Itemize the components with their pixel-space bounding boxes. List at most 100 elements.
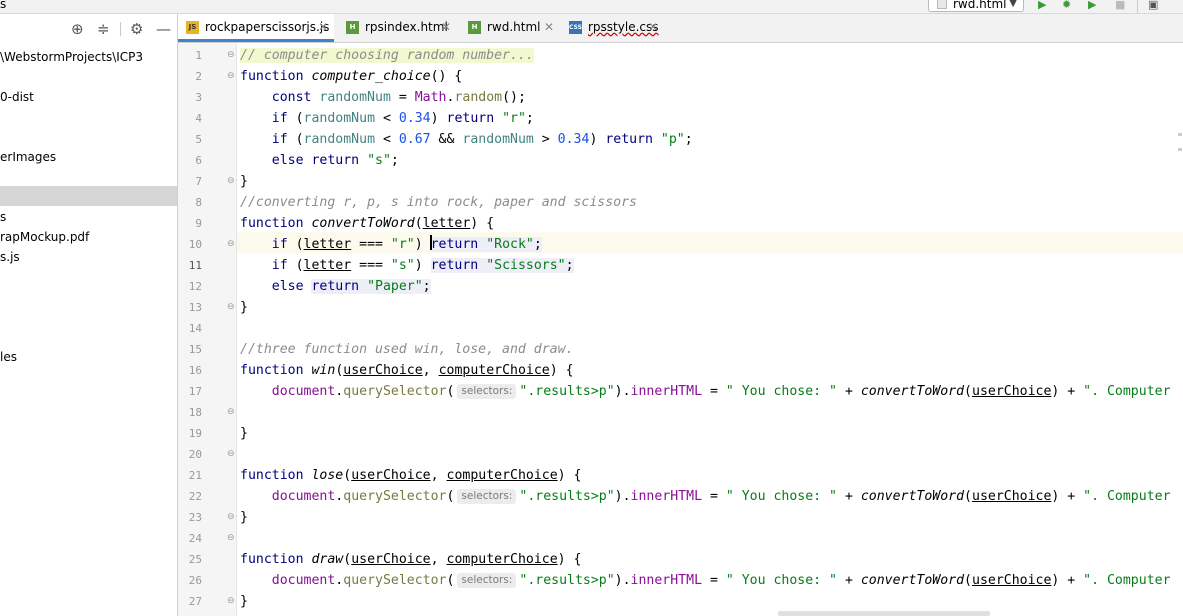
line-number: 8 <box>195 196 202 209</box>
html-file-icon: H <box>468 21 481 34</box>
tab-rpsstyle[interactable]: CSS rpsstyle.css ✕ <box>561 14 671 42</box>
tab-rwd[interactable]: H rwd.html ✕ <box>460 14 560 42</box>
debug-icon[interactable]: ✹ <box>1062 0 1071 11</box>
line-number: 27 <box>188 595 202 608</box>
tab-rpsindex[interactable]: H rpsindex.html ✕ <box>338 14 458 42</box>
run-icon[interactable]: ▶ <box>1038 0 1046 11</box>
code-line: function draw(userChoice, computerChoice… <box>240 552 582 567</box>
code-line: //converting r, p, s into rock, paper an… <box>240 195 637 210</box>
code-editor[interactable]: 1 2 3 4 5 6 7 8 9 10 11 12 13 14 15 16 1… <box>178 43 1183 616</box>
line-number: 5 <box>195 133 202 146</box>
code-line: } <box>240 300 248 315</box>
code-line: if (letter === "s") return "Scissors"; <box>271 258 574 273</box>
line-number: 21 <box>188 469 202 482</box>
line-number: 25 <box>188 553 202 566</box>
fold-icon[interactable]: ⊖ <box>227 45 236 66</box>
coverage-icon[interactable]: ▶ <box>1088 0 1096 11</box>
line-number: 12 <box>188 280 202 293</box>
code-line: // computer choosing random number... <box>240 48 534 63</box>
parameter-hint: selectors: <box>457 489 517 504</box>
code-line: } <box>240 174 248 189</box>
code-line: document.querySelector(selectors: ".resul… <box>271 384 1171 399</box>
line-number: 14 <box>188 322 202 335</box>
chevron-down-icon: ▼ <box>1009 0 1017 9</box>
toolbar-separator <box>120 22 121 36</box>
collapse-icon[interactable]: ≑ <box>97 20 110 38</box>
scroll-marker[interactable] <box>1178 148 1182 151</box>
toolbar-separator <box>1137 0 1138 13</box>
line-number: 6 <box>195 154 202 167</box>
horizontal-scrollbar[interactable] <box>778 611 990 616</box>
line-number: 16 <box>188 364 202 377</box>
code-line: else return "s"; <box>271 153 399 168</box>
close-icon[interactable]: ✕ <box>441 14 451 40</box>
stop-icon[interactable]: ■ <box>1115 0 1125 11</box>
line-number: 4 <box>195 112 202 125</box>
tree-item[interactable]: 0-dist <box>0 87 177 107</box>
fold-icon[interactable]: ⊖ <box>227 171 236 192</box>
css-file-icon: CSS <box>569 21 582 34</box>
html-file-icon: H <box>346 21 359 34</box>
code-line: if (randomNum < 0.67 && randomNum > 0.34… <box>271 132 693 147</box>
fold-icon[interactable]: ⊖ <box>227 66 236 87</box>
close-icon[interactable]: ✕ <box>648 14 658 40</box>
tab-rockpaperscissorjs[interactable]: JS rockpaperscissorjs.js ✕ <box>178 14 334 42</box>
line-number: 22 <box>188 490 202 503</box>
fold-icon[interactable]: ⊖ <box>227 297 236 318</box>
line-number: 26 <box>188 574 202 587</box>
line-number: 2 <box>195 70 202 83</box>
line-number: 11 <box>188 259 202 272</box>
code-line: function convertToWord(letter) { <box>240 216 495 231</box>
code-line: function lose(userChoice, computerChoice… <box>240 468 582 483</box>
fold-icon[interactable]: ⊖ <box>227 234 236 255</box>
close-icon[interactable]: ✕ <box>544 14 554 40</box>
code-line: function win(userChoice, computerChoice)… <box>240 363 574 378</box>
title-bar: s rwd.html ▼ ▶ ✹ ▶ ■ ▣ <box>0 0 1183 14</box>
fold-icon[interactable]: ⊖ <box>227 528 236 549</box>
tree-item-selected[interactable] <box>0 186 177 206</box>
close-icon[interactable]: ✕ <box>318 14 328 40</box>
code-line-current: if (letter === "r") return "Rock"; <box>271 235 542 252</box>
scroll-marker[interactable] <box>1178 133 1182 136</box>
fold-icon[interactable]: ⊖ <box>227 444 236 465</box>
line-number: 19 <box>188 427 202 440</box>
line-number: 28 <box>178 612 202 616</box>
line-number: 3 <box>195 91 202 104</box>
line-number: 20 <box>188 448 202 461</box>
line-number: 10 <box>188 238 202 251</box>
fold-icon[interactable]: ⊖ <box>227 507 236 528</box>
line-number: 9 <box>195 217 202 230</box>
fold-icon[interactable]: ⊖ <box>227 591 236 612</box>
gear-icon[interactable]: ⚙ <box>130 20 143 38</box>
code-line: } <box>240 510 248 525</box>
minimize-icon[interactable]: — <box>156 20 171 38</box>
project-toolbar: ⊕ ≑ ⚙ — <box>0 14 177 44</box>
tree-item[interactable]: \WebstormProjects\ICP3 <box>0 47 177 67</box>
editor-tabs: JS rockpaperscissorjs.js ✕ H rpsindex.ht… <box>178 14 1183 43</box>
tree-item[interactable]: rapMockup.pdf <box>0 227 177 247</box>
tree-item[interactable]: erImages <box>0 147 177 167</box>
frame-icon[interactable]: ▣ <box>1148 0 1158 11</box>
line-number: 15 <box>188 343 202 356</box>
code-line: else return "Paper"; <box>271 279 431 294</box>
code-line: const randomNum = Math.random(); <box>271 90 526 105</box>
tree-item[interactable]: les <box>0 347 177 367</box>
parameter-hint: selectors: <box>457 384 517 399</box>
js-file-icon: JS <box>186 21 199 34</box>
tree-item[interactable]: s <box>0 207 177 227</box>
code-line: } <box>240 426 248 441</box>
run-configuration-dropdown[interactable]: rwd.html ▼ <box>928 0 1024 12</box>
line-number: 23 <box>188 511 202 524</box>
run-configuration-label: rwd.html <box>953 0 1007 11</box>
code-line: if (randomNum < 0.34) return "r"; <box>271 111 534 126</box>
fold-icon[interactable]: ⊖ <box>227 402 236 423</box>
crosshair-icon[interactable]: ⊕ <box>71 20 84 38</box>
fold-icon[interactable]: ⊖ <box>227 612 236 616</box>
window-title-fragment: s <box>0 0 7 11</box>
code-line: document.querySelector(selectors: ".resul… <box>271 489 1171 504</box>
tree-item[interactable]: s.js <box>0 247 177 267</box>
project-panel: ⊕ ≑ ⚙ — \WebstormProjects\ICP3 0-dist er… <box>0 14 178 616</box>
